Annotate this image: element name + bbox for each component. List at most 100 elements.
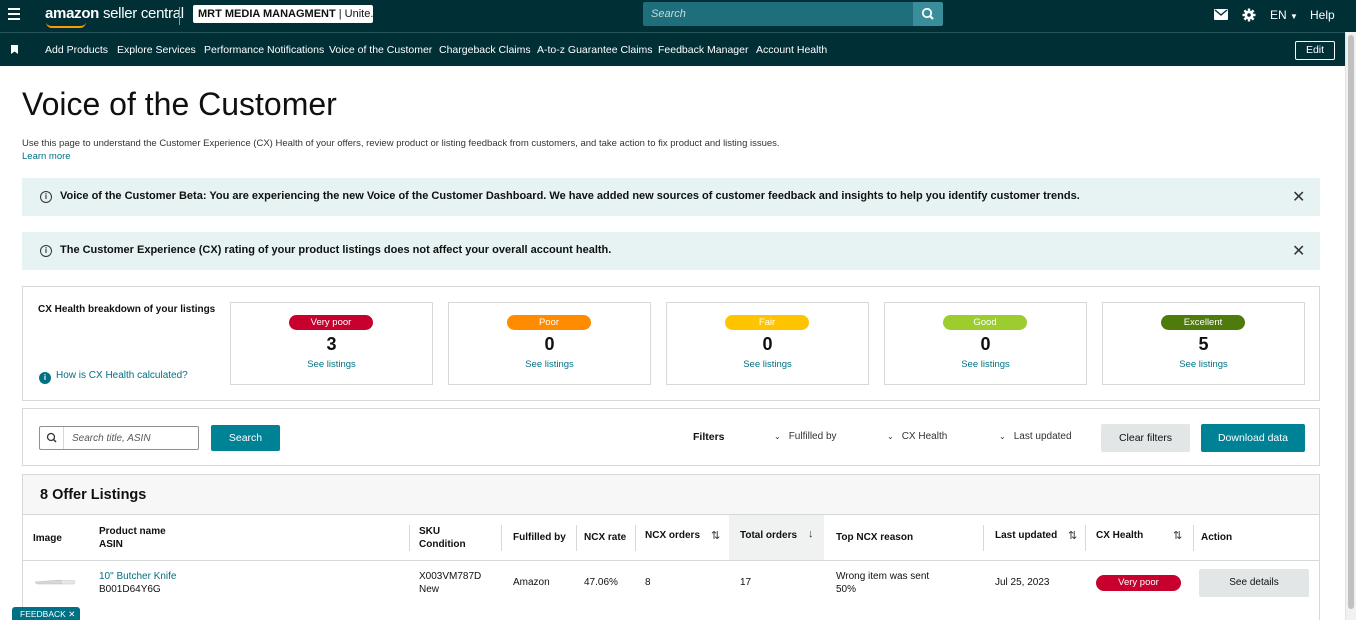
- col-label: ASIN: [99, 539, 123, 550]
- see-listings-link[interactable]: See listings: [885, 359, 1086, 370]
- fulfilled-by-dropdown[interactable]: ⌄ Fulfilled by: [774, 431, 837, 442]
- logo-sub-text: seller central: [102, 5, 184, 22]
- nav-account-health[interactable]: Account Health: [756, 44, 827, 56]
- col-cx-health[interactable]: CX Health: [1096, 529, 1143, 542]
- search-icon: [921, 7, 934, 20]
- cx-pill-fair: Fair: [725, 315, 809, 330]
- vertical-scrollbar[interactable]: [1345, 32, 1356, 620]
- column-divider: [1193, 525, 1194, 551]
- page-title: Voice of the Customer: [22, 86, 337, 122]
- col-label: Condition: [419, 539, 466, 550]
- cx-card-good: Good 0 See listings: [884, 302, 1087, 385]
- cx-card-very-poor: Very poor 3 See listings: [230, 302, 433, 385]
- language-label: EN: [1270, 8, 1287, 22]
- settings-gear-icon[interactable]: [1242, 8, 1256, 25]
- column-divider: [983, 525, 984, 551]
- nav-add-products[interactable]: Add Products: [45, 44, 108, 56]
- close-icon[interactable]: ✕: [68, 609, 75, 619]
- cx-health-breakdown: CX Health breakdown of your listings i Ho…: [22, 286, 1320, 401]
- top-ncx-reason-value: Wrong item was sent: [836, 571, 930, 582]
- see-details-button[interactable]: See details: [1199, 569, 1309, 597]
- see-listings-link[interactable]: See listings: [1103, 359, 1304, 370]
- product-name-link[interactable]: 10" Butcher Knife: [99, 570, 177, 583]
- account-name: MRT MEDIA MANAGMENT: [198, 8, 336, 20]
- info-icon: i: [40, 245, 52, 257]
- how-cx-health-calculated-link[interactable]: i How is CX Health calculated?: [39, 370, 188, 384]
- global-search-button[interactable]: [913, 2, 943, 26]
- global-search-input[interactable]: Search: [643, 2, 913, 26]
- table-header-row: Image Product name ASIN SKU Condition Fulf…: [23, 515, 1319, 561]
- nav-chargeback-claims[interactable]: Chargeback Claims: [439, 44, 531, 56]
- help-link[interactable]: Help: [1310, 8, 1335, 22]
- col-sku: SKU Condition: [419, 525, 466, 551]
- close-icon[interactable]: ✕: [1292, 241, 1305, 261]
- listing-search-input[interactable]: Search title, ASIN: [39, 426, 199, 450]
- sort-down-arrow-icon[interactable]: ↓: [808, 528, 814, 540]
- cx-health-badge: Very poor: [1096, 575, 1181, 591]
- listings-title: 8 Offer Listings: [40, 487, 147, 503]
- bookmark-icon[interactable]: [11, 45, 18, 54]
- chevron-down-icon: ⌄: [774, 432, 781, 441]
- see-listings-link[interactable]: See listings: [231, 359, 432, 370]
- edit-nav-button[interactable]: Edit: [1295, 41, 1335, 60]
- account-region: | Unite...: [338, 8, 373, 20]
- sort-arrows-icon[interactable]: ⇅: [711, 529, 720, 542]
- condition-value: New: [419, 584, 440, 595]
- cx-count: 0: [762, 334, 773, 354]
- listings-header: 8 Offer Listings: [23, 475, 1319, 515]
- column-divider: [1085, 525, 1086, 551]
- last-updated-value: Jul 25, 2023: [995, 577, 1050, 588]
- divider: [179, 7, 180, 25]
- product-thumbnail: [34, 579, 76, 585]
- search-and-filter-panel: Search title, ASIN Search Filters ⌄ Fulfi…: [22, 408, 1320, 466]
- account-switcher[interactable]: MRT MEDIA MANAGMENT | Unite...: [193, 5, 373, 23]
- cx-pill-good: Good: [943, 315, 1027, 330]
- see-listings-link[interactable]: See listings: [449, 359, 650, 370]
- cx-health-dropdown[interactable]: ⌄ CX Health: [887, 431, 947, 442]
- ncx-rate-value: 47.06%: [584, 577, 618, 588]
- col-fulfilled-by: Fulfilled by: [513, 532, 566, 543]
- close-icon[interactable]: ✕: [1292, 187, 1305, 207]
- col-label: Product name: [99, 526, 166, 537]
- learn-more-link[interactable]: Learn more: [22, 151, 71, 162]
- search-button[interactable]: Search: [211, 425, 280, 451]
- last-updated-dropdown[interactable]: ⌄ Last updated: [999, 431, 1072, 442]
- language-selector[interactable]: EN ▼: [1270, 8, 1298, 22]
- nav-explore-services[interactable]: Explore Services: [117, 44, 196, 56]
- sort-arrows-icon[interactable]: ⇅: [1173, 529, 1182, 542]
- sku-value: X003VM787D: [419, 571, 482, 582]
- sort-arrows-icon[interactable]: ⇅: [1068, 529, 1077, 542]
- cx-count: 5: [1198, 334, 1209, 354]
- download-data-button[interactable]: Download data: [1201, 424, 1305, 452]
- nav-voice-of-the-customer[interactable]: Voice of the Customer: [329, 44, 432, 56]
- nav-feedback-manager[interactable]: Feedback Manager: [658, 44, 748, 56]
- col-image: Image: [33, 533, 62, 544]
- col-total-orders[interactable]: Total orders: [740, 529, 797, 542]
- top-ncx-reason-pct: 50%: [836, 584, 857, 595]
- caret-down-icon: ▼: [1290, 12, 1298, 21]
- col-last-updated[interactable]: Last updated: [995, 529, 1057, 542]
- column-divider: [501, 525, 502, 551]
- clear-filters-button[interactable]: Clear filters: [1101, 424, 1190, 452]
- scrollbar-thumb[interactable]: [1348, 35, 1354, 609]
- asin-value: B001D64Y6G: [99, 584, 161, 595]
- column-divider: [409, 525, 410, 551]
- nav-a-to-z-claims[interactable]: A-to-z Guarantee Claims: [537, 44, 653, 56]
- feedback-label: FEEDBACK: [20, 609, 66, 619]
- filters-label: Filters: [693, 431, 725, 443]
- info-icon: i: [39, 372, 51, 384]
- col-top-ncx-reason: Top NCX reason: [836, 532, 914, 543]
- banner-message: The Customer Experience (CX) rating of y…: [60, 244, 612, 256]
- chevron-down-icon: ⌄: [999, 432, 1006, 441]
- cx-card-poor: Poor 0 See listings: [448, 302, 651, 385]
- top-bar: amazon seller central MRT MEDIA MANAGMEN…: [0, 0, 1356, 32]
- col-ncx-orders[interactable]: NCX orders: [645, 529, 700, 542]
- mail-icon[interactable]: [1214, 9, 1228, 23]
- feedback-tab[interactable]: FEEDBACK ✕: [12, 607, 80, 620]
- see-listings-link[interactable]: See listings: [667, 359, 868, 370]
- cx-health-heading: CX Health breakdown of your listings: [38, 304, 216, 315]
- cx-pill-poor: Poor: [507, 315, 591, 330]
- seller-central-logo[interactable]: amazon seller central: [45, 5, 184, 22]
- hamburger-menu-icon[interactable]: [8, 8, 20, 20]
- nav-performance-notifications[interactable]: Performance Notifications: [204, 44, 324, 56]
